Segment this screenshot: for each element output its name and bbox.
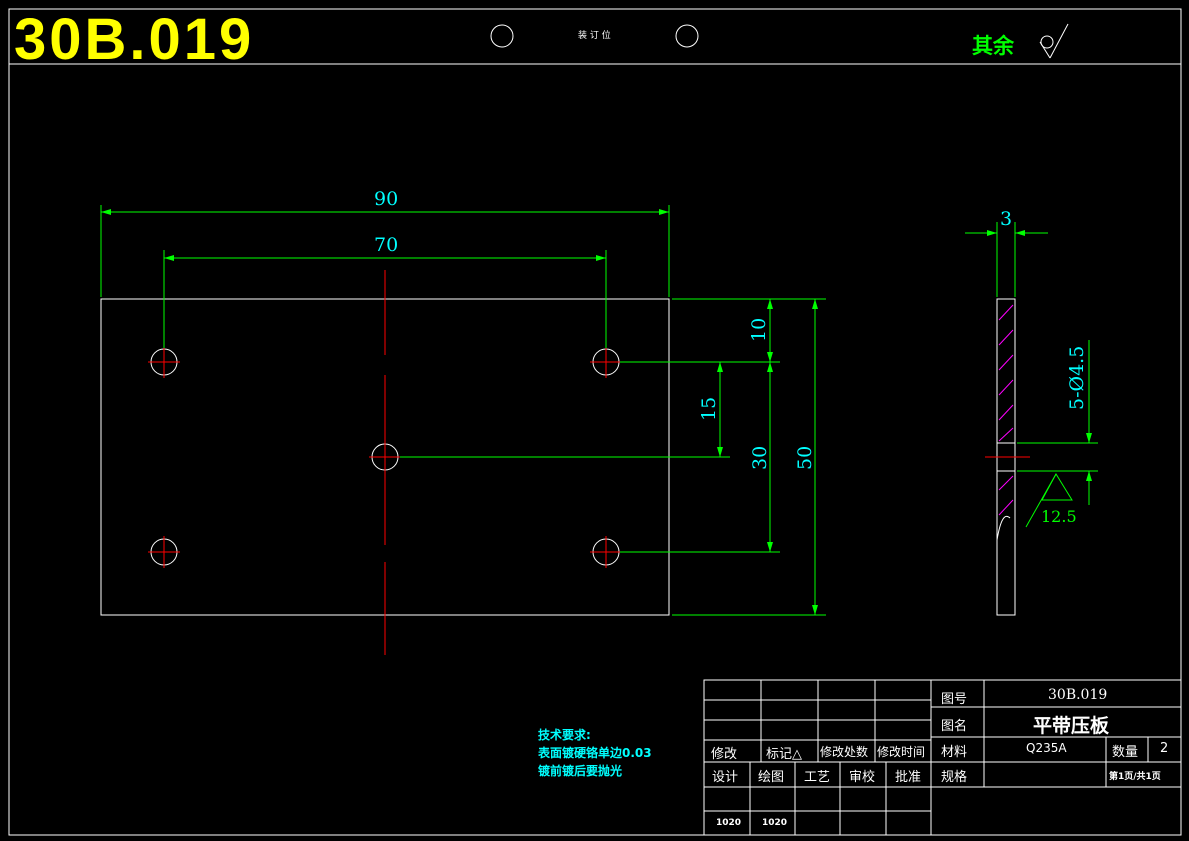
- tech-title: 技术要求:: [538, 728, 591, 742]
- rev-label-time: 修改时间: [877, 745, 926, 759]
- hole-bottom-left: [148, 536, 180, 568]
- qty-label: 数量: [1112, 745, 1139, 760]
- dimension-3: [965, 222, 1048, 297]
- tech-line-2: 镀前镀后要抛光: [538, 764, 623, 778]
- break-line: [996, 515, 1011, 541]
- page-info: 第1页/共1页: [1109, 772, 1161, 782]
- rev-label-count: 修改处数: [820, 745, 869, 759]
- dim-text-hole: 5-Ø4.5: [1066, 345, 1088, 410]
- sign-label-check: 审校: [849, 770, 876, 785]
- drawing-no-value: 30B.019: [1048, 687, 1108, 703]
- dim-text-70: 70: [374, 234, 399, 256]
- dim-text-90: 90: [374, 188, 399, 210]
- dim-text-3: 3: [1000, 208, 1013, 230]
- material-value: Q235A: [1026, 741, 1067, 755]
- sign-date-design: 1020: [716, 818, 742, 828]
- drawing-border: [8, 8, 1182, 836]
- name-value: 平带压板: [1033, 715, 1110, 737]
- drawing-code-title: 30B.019: [14, 7, 255, 72]
- rev-label-mark: 标记△: [766, 747, 802, 762]
- dim-text-10: 10: [748, 317, 770, 342]
- sign-label-process: 工艺: [804, 770, 831, 785]
- name-label: 图名: [941, 719, 968, 734]
- tech-line-1: 表面镀硬铬单边0.03: [538, 746, 652, 760]
- sign-date-draw: 1020: [762, 818, 788, 828]
- sign-label-draw: 绘图: [758, 770, 785, 785]
- drawing-no-label: 图号: [941, 692, 968, 707]
- spec-label: 规格: [941, 770, 968, 785]
- hole-bottom-right: [590, 536, 622, 568]
- rev-label-modify: 修改: [711, 747, 738, 762]
- dim-text-30: 30: [749, 445, 771, 470]
- rest-label: 其余: [972, 34, 1014, 58]
- drawing-canvas: [8, 8, 1182, 836]
- hole-top-left: [148, 346, 180, 378]
- binding-label: 装 订 位: [578, 31, 611, 41]
- sign-label-approve: 批准: [895, 770, 922, 785]
- side-view-hatching: [998, 304, 1014, 516]
- binding-hole-left: [490, 24, 514, 48]
- roughness-value: 12.5: [1041, 507, 1077, 526]
- dim-text-50: 50: [794, 445, 816, 470]
- qty-value: 2: [1160, 741, 1169, 756]
- roughness-symbol-header: [1039, 23, 1069, 59]
- sign-label-design: 设计: [712, 770, 739, 785]
- binding-hole-right: [675, 24, 699, 48]
- hole-center: [369, 441, 401, 473]
- hole-top-right: [590, 346, 622, 378]
- dim-text-15: 15: [698, 396, 720, 421]
- material-label: 材料: [941, 745, 968, 760]
